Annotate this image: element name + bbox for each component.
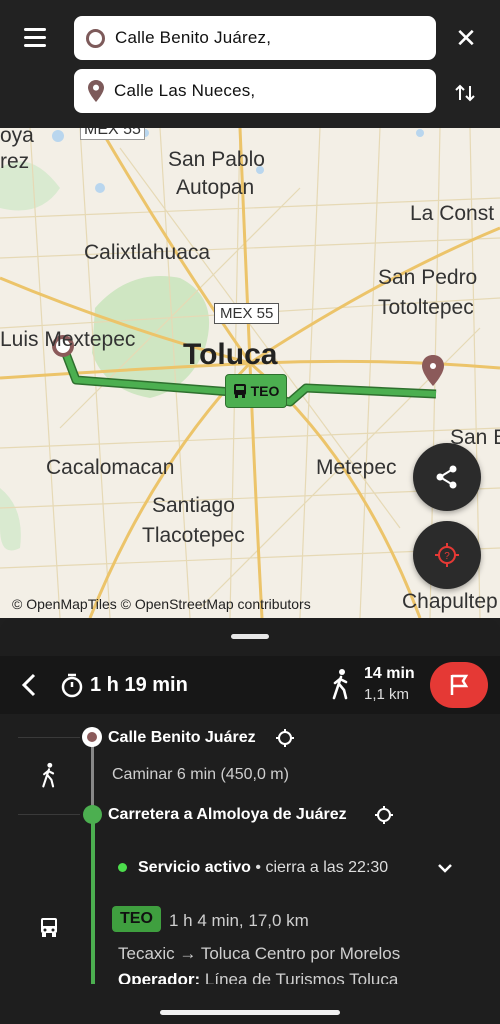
line-badge[interactable]: TEO [112, 906, 161, 932]
destination-field[interactable]: Calle Las Nueces, [74, 69, 436, 113]
transit-segment-line [91, 818, 95, 984]
map-label: Totoltepec [378, 296, 474, 319]
home-indicator[interactable] [160, 1010, 340, 1015]
start-stop-name[interactable]: Calle Benito Juárez [108, 729, 256, 747]
origin-circle-icon [86, 28, 105, 48]
locate-button[interactable]: ? [413, 521, 481, 589]
map-label: Toluca [183, 338, 278, 371]
service-status-row[interactable]: Servicio activo • cierra a las 22:30 [138, 859, 388, 877]
divider [18, 814, 80, 815]
start-stop-marker [82, 727, 102, 747]
locate-stop-icon[interactable] [374, 805, 394, 825]
svg-text:?: ? [444, 551, 450, 562]
map-label: Chapultep [402, 590, 498, 613]
operator-name: Línea de Turismos Toluca [200, 970, 399, 984]
line-operator: Operador: Línea de Turismos Toluca [118, 970, 458, 984]
swap-route-button[interactable] [450, 78, 480, 108]
map-label: Cacalomacan [46, 456, 175, 479]
map-label: Santiago [152, 494, 235, 517]
share-button[interactable] [413, 443, 481, 511]
destination-input-value: Calle Las Nueces, [114, 81, 256, 100]
transfer-stop-marker [83, 805, 102, 824]
timer-icon [61, 673, 83, 698]
chevron-left-icon [21, 673, 36, 697]
sheet-drag-handle[interactable] [231, 634, 269, 639]
walk-time: 14 min [364, 665, 415, 682]
bus-icon [233, 384, 246, 398]
map-label: Luis Mextepec [0, 328, 136, 351]
map-label: San Pablo [168, 148, 265, 171]
share-icon [436, 465, 457, 489]
map-attribution[interactable]: © OpenMapTiles © OpenStreetMap contribut… [12, 596, 311, 612]
map-label: oya [0, 128, 34, 147]
flag-icon [450, 674, 469, 695]
walk-leg-icon [42, 762, 55, 788]
walk-distance: 1,1 km [364, 686, 410, 703]
chevron-down-icon[interactable] [436, 860, 454, 876]
destination-pin-icon [88, 80, 104, 102]
walk-icon [332, 669, 348, 700]
map-label: San Pedro [378, 266, 478, 289]
swap-arrows-icon [455, 84, 475, 102]
crosshair-icon: ? [435, 543, 459, 567]
origin-field[interactable]: Calle Benito Juárez, [74, 16, 436, 60]
walk-segment-line [91, 740, 94, 810]
map-label: Metepec [316, 456, 397, 479]
map-label: rez [0, 150, 30, 173]
back-button[interactable] [18, 671, 42, 699]
service-status-dot [118, 863, 127, 872]
menu-button[interactable] [18, 22, 52, 50]
route-line-label: TEO [250, 383, 280, 399]
route-line-badge[interactable]: TEO [225, 374, 287, 408]
road-shield-label: MEX 55 [80, 128, 145, 140]
map-label: Tlacotepec [142, 524, 245, 547]
road-shield-label: MEX 55 [214, 303, 280, 324]
map-label: Calixtlahuaca [84, 241, 211, 264]
route-duration: 1 h 19 min [90, 674, 188, 696]
line-direction: Tecaxic → Toluca Centro por Morelos [118, 944, 401, 963]
origin-input-value: Calle Benito Juárez, [115, 28, 272, 47]
close-icon: ✕ [455, 23, 477, 53]
bottom-safe-area [0, 984, 500, 1024]
divider [18, 737, 80, 738]
service-closing: • cierra a las 22:30 [250, 859, 389, 876]
walk-leg-text: Caminar 6 min (450,0 m) [112, 766, 289, 783]
hamburger-icon [18, 22, 52, 47]
map-label: Autopan [176, 176, 255, 199]
close-button[interactable]: ✕ [452, 24, 480, 52]
start-navigation-button[interactable] [430, 662, 488, 708]
operator-label: Operador: [118, 970, 201, 984]
transfer-stop-name[interactable]: Carretera a Almoloya de Juárez [108, 806, 347, 824]
locate-stop-icon[interactable] [275, 728, 295, 748]
service-status: Servicio activo [138, 859, 251, 876]
line-info: 1 h 4 min, 17,0 km [169, 911, 309, 930]
map-label: La Const [410, 202, 495, 225]
bus-leg-icon [41, 918, 57, 937]
